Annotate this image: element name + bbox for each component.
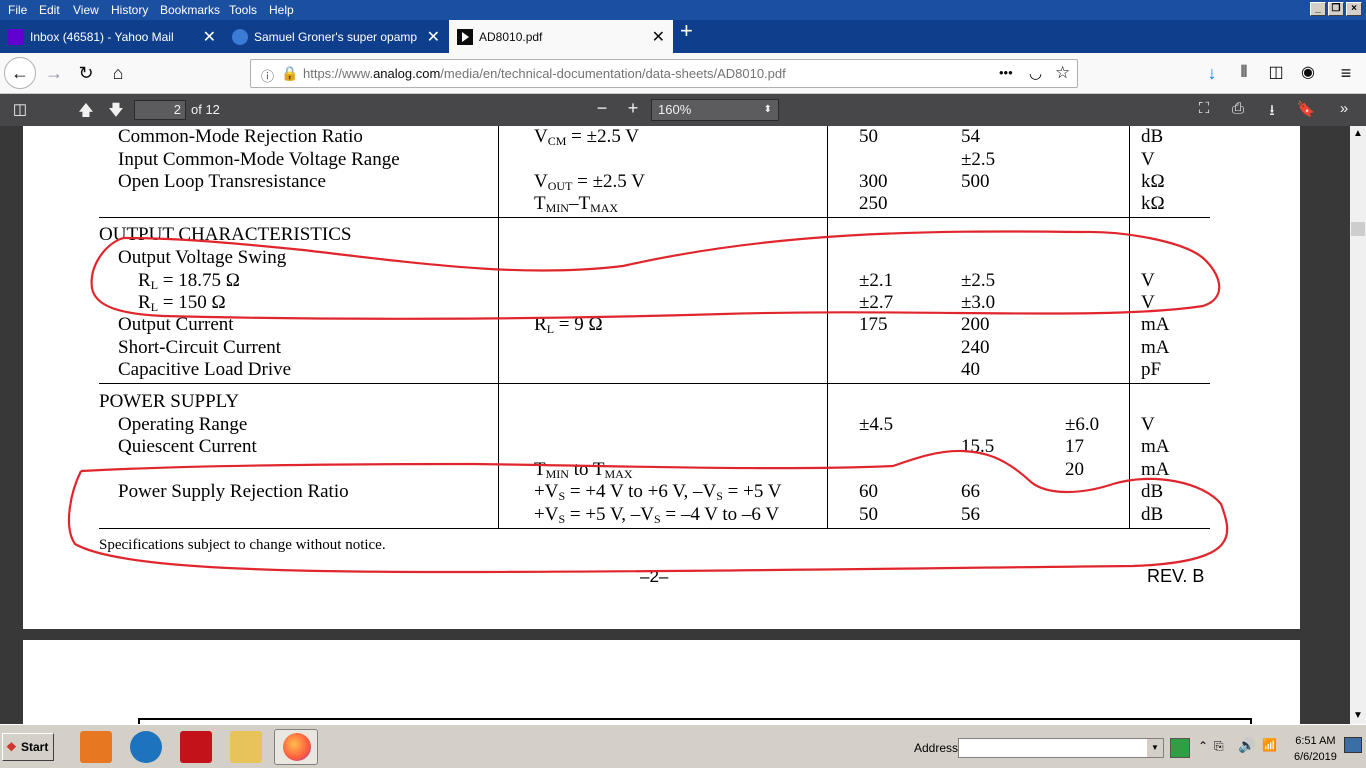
close-tab-icon[interactable]: ✕: [652, 27, 665, 47]
navigation-bar: ← → ↻ ⌂ ⓘ 🔒 https://www.analog.com/media…: [0, 53, 1366, 94]
close-window-icon[interactable]: ×: [1346, 2, 1362, 16]
clock-time: 6:51 AM: [1295, 735, 1336, 747]
address-input[interactable]: ▼: [958, 738, 1164, 758]
start-label: Start: [21, 740, 49, 754]
save-icon[interactable]: ⭳: [1262, 100, 1282, 120]
close-tab-icon[interactable]: ✕: [203, 27, 216, 47]
firefox-icon: [283, 733, 311, 761]
start-button[interactable]: ❖ Start: [2, 733, 54, 761]
new-tab-icon[interactable]: +: [680, 18, 693, 44]
lock-icon: 🔒: [281, 65, 299, 81]
tab-label: Inbox (46581) - Yahoo Mail: [30, 30, 174, 44]
media-player-icon[interactable]: [80, 731, 112, 763]
zoom-in-button[interactable]: +: [623, 98, 643, 118]
download-icon[interactable]: ↓: [1200, 61, 1224, 85]
pdf-toolbar: ◫ 🡅 🡇 2 of 12 − + 160% ⬍ ⛶ ⎙ ⭳ 🔖 »: [0, 94, 1366, 126]
internet-explorer-icon[interactable]: [130, 731, 162, 763]
url-bar[interactable]: ⓘ 🔒 https://www.analog.com/media/en/tech…: [250, 59, 1078, 88]
scroll-up-icon[interactable]: ▲: [1350, 126, 1366, 142]
volume-icon[interactable]: 🔊: [1238, 737, 1255, 754]
tab-ad8010-pdf[interactable]: AD8010.pdf ✕: [449, 20, 673, 53]
address-label: Address: [914, 741, 959, 755]
vertical-scrollbar[interactable]: ▲ ▼: [1350, 126, 1366, 724]
home-icon[interactable]: ⌂: [106, 61, 130, 85]
taskbar: ❖ Start Address ▼ ⌃ ⎘ 🔊 📶 6:51 AM 6/6/20…: [0, 724, 1366, 768]
yahoo-mail-icon: [8, 29, 24, 45]
windows-logo-icon: ❖: [6, 740, 17, 754]
menu-edit[interactable]: Edit: [39, 3, 60, 17]
zoom-select[interactable]: 160% ⬍: [651, 99, 779, 121]
tab-label: Samuel Groner's super opamp - Pa: [254, 30, 420, 44]
sidebar-icon[interactable]: ◫: [1264, 61, 1288, 85]
info-icon[interactable]: ⓘ: [261, 66, 274, 85]
file-explorer-icon[interactable]: [230, 731, 262, 763]
tray-expand-icon[interactable]: ⌃: [1198, 739, 1208, 753]
go-icon[interactable]: [1170, 738, 1190, 758]
signal-icon[interactable]: 📶: [1262, 738, 1277, 752]
window-controls: _ ❐ ×: [1310, 2, 1362, 16]
restore-icon[interactable]: ❐: [1328, 2, 1344, 16]
menu-tools[interactable]: Tools: [229, 3, 257, 17]
show-desktop-icon[interactable]: [1344, 737, 1362, 753]
menu-help[interactable]: Help: [269, 3, 294, 17]
minimize-icon[interactable]: _: [1310, 2, 1326, 16]
previous-page-icon[interactable]: 🡅: [76, 100, 96, 120]
bookmark-star-icon[interactable]: ☆: [1055, 63, 1070, 83]
menu-history[interactable]: History: [111, 3, 148, 17]
site-favicon-icon: [232, 29, 248, 45]
page-number-input[interactable]: 2: [134, 100, 186, 120]
arrow-right-icon[interactable]: →: [42, 61, 66, 85]
firefox-taskbar-button[interactable]: [274, 729, 318, 765]
pdf-viewer: Common-Mode Rejection Ratio VCM = ±2.5 V5…: [0, 126, 1350, 724]
pocket-icon[interactable]: ◡: [1029, 64, 1042, 82]
pdf-page: Common-Mode Rejection Ratio VCM = ±2.5 V5…: [23, 126, 1300, 629]
toggle-sidebar-icon[interactable]: ◫: [10, 100, 30, 120]
tools-chevron-icon[interactable]: »: [1334, 100, 1354, 120]
output-swing-annotation: [90, 230, 1221, 320]
page-count: of 12: [191, 102, 220, 117]
scroll-down-icon[interactable]: ▼: [1350, 708, 1366, 724]
tab-yahoo-mail[interactable]: Inbox (46581) - Yahoo Mail ✕: [0, 20, 224, 53]
menu-bookmarks[interactable]: Bookmarks: [160, 3, 220, 17]
zoom-level: 160%: [658, 102, 692, 117]
tab-label: AD8010.pdf: [479, 30, 543, 44]
url-text: https://www.analog.com/media/en/technica…: [303, 66, 786, 81]
clock-date: 6/6/2019: [1294, 751, 1337, 763]
arrow-left-icon[interactable]: ←: [4, 57, 36, 89]
menu-file[interactable]: File: [8, 3, 27, 17]
presentation-mode-icon[interactable]: ⛶: [1194, 100, 1214, 120]
zoom-out-button[interactable]: −: [592, 98, 612, 118]
pdf-tab-icon: [457, 29, 473, 45]
close-tab-icon[interactable]: ✕: [427, 27, 440, 47]
pdf-page-next: [23, 640, 1300, 724]
select-arrows-icon: ⬍: [763, 104, 772, 115]
page-actions-icon[interactable]: •••: [999, 65, 1013, 80]
library-icon[interactable]: ⫴: [1232, 61, 1256, 85]
bookmark-icon[interactable]: 🔖: [1296, 100, 1316, 120]
red-annotation-marks: [67, 230, 1229, 574]
scroll-thumb[interactable]: [1351, 222, 1365, 236]
power-supply-annotation: [67, 449, 1229, 574]
next-page-icon[interactable]: 🡇: [106, 100, 126, 120]
reload-icon[interactable]: ↻: [74, 61, 98, 85]
dropdown-icon[interactable]: ▼: [1147, 739, 1163, 757]
network-icon[interactable]: ⎘: [1214, 739, 1224, 754]
print-icon[interactable]: ⎙: [1228, 100, 1248, 120]
menu-bar: File Edit View History Bookmarks Tools H…: [0, 0, 1366, 20]
clock[interactable]: 6:51 AM 6/6/2019: [1294, 733, 1337, 765]
acrobat-reader-icon[interactable]: [180, 731, 212, 763]
menu-view[interactable]: View: [73, 3, 99, 17]
tab-bar: Inbox (46581) - Yahoo Mail ✕ Samuel Gron…: [0, 18, 1366, 53]
account-icon[interactable]: ◉: [1296, 61, 1320, 85]
tab-samuel-groner[interactable]: Samuel Groner's super opamp - Pa ✕: [224, 20, 448, 53]
hamburger-icon[interactable]: ≡: [1334, 61, 1358, 85]
